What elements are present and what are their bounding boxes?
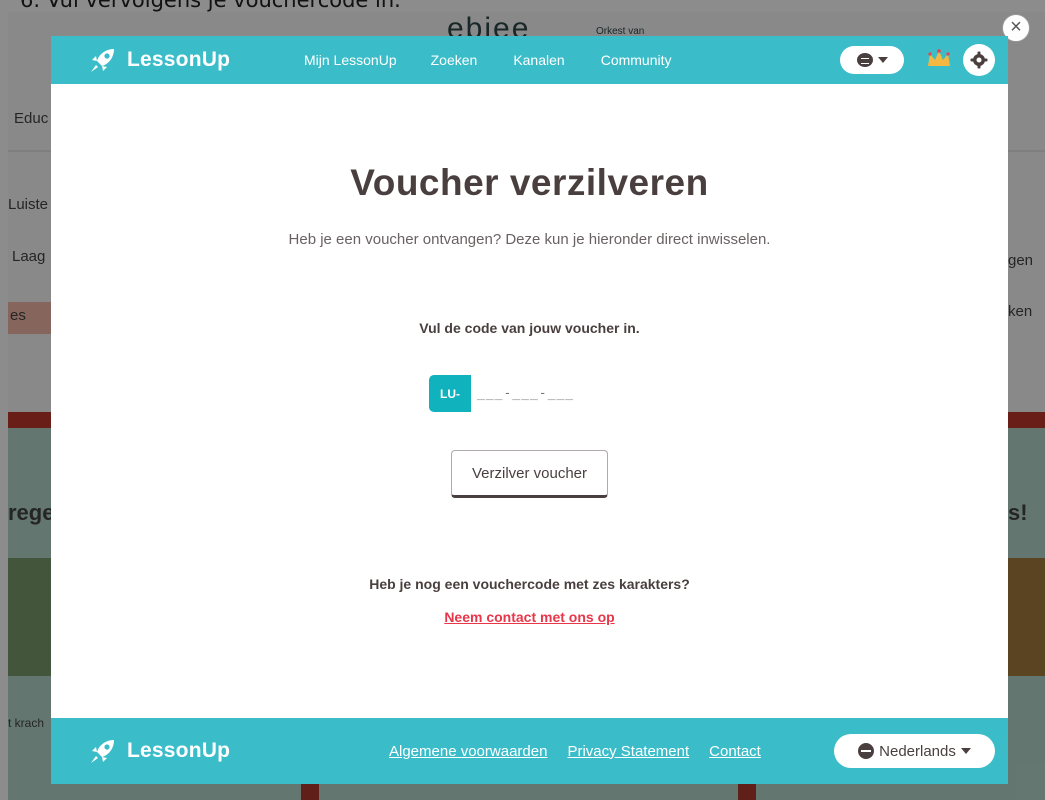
rocket-icon bbox=[91, 740, 114, 763]
voucher-code-field: LU- bbox=[429, 375, 629, 412]
brand-logo[interactable]: LessonUp bbox=[89, 46, 230, 74]
voucher-code-prefix: LU- bbox=[429, 375, 471, 412]
voucher-modal: LessonUp Mijn LessonUp Zoeken Kanalen Co… bbox=[51, 36, 1008, 784]
modal-footer: LessonUp Algemene voorwaarden Privacy St… bbox=[51, 718, 1008, 784]
main-nav: Mijn LessonUp Zoeken Kanalen Community bbox=[304, 36, 708, 84]
language-label: Nederlands bbox=[879, 742, 956, 760]
crown-icon[interactable] bbox=[926, 48, 952, 70]
footer-brand-logo[interactable]: LessonUp bbox=[89, 737, 230, 765]
chat-dropdown-button[interactable] bbox=[840, 46, 904, 74]
nav-item-mijn-lessonup[interactable]: Mijn LessonUp bbox=[304, 52, 397, 68]
terms-link[interactable]: Algemene voorwaarden bbox=[389, 743, 547, 760]
language-select[interactable]: Nederlands bbox=[834, 734, 995, 768]
settings-button[interactable] bbox=[963, 44, 995, 76]
chevron-down-icon bbox=[877, 57, 888, 63]
page-subtitle: Heb je een voucher ontvangen? Deze kun j… bbox=[288, 231, 771, 248]
page-title: Voucher verzilveren bbox=[350, 162, 709, 203]
contact-link[interactable]: Contact bbox=[709, 743, 761, 760]
brand-name: LessonUp bbox=[127, 48, 231, 71]
chevron-down-icon bbox=[960, 748, 971, 754]
contact-us-link[interactable]: Neem contact met ons op bbox=[51, 609, 1008, 625]
nav-item-kanalen[interactable]: Kanalen bbox=[513, 52, 564, 68]
chat-bubble-icon bbox=[856, 53, 873, 67]
footer-brand-name: LessonUp bbox=[127, 739, 231, 762]
top-navbar: LessonUp Mijn LessonUp Zoeken Kanalen Co… bbox=[51, 36, 1008, 84]
nav-item-community[interactable]: Community bbox=[601, 52, 672, 68]
modal-content: Voucher verzilveren Heb je een voucher o… bbox=[51, 84, 1008, 775]
privacy-link[interactable]: Privacy Statement bbox=[567, 743, 689, 760]
six-character-question: Heb je nog een vouchercode met zes karak… bbox=[369, 576, 690, 592]
nav-item-zoeken[interactable]: Zoeken bbox=[431, 52, 478, 68]
globe-icon bbox=[858, 743, 875, 759]
redeem-voucher-button[interactable]: Verzilver voucher bbox=[451, 450, 608, 498]
voucher-code-input[interactable] bbox=[471, 375, 629, 412]
rocket-icon bbox=[91, 49, 114, 72]
footer-links: Algemene voorwaarden Privacy Statement C… bbox=[389, 718, 781, 784]
gear-icon bbox=[970, 51, 988, 69]
voucher-code-label: Vul de code van jouw voucher in. bbox=[419, 320, 640, 336]
